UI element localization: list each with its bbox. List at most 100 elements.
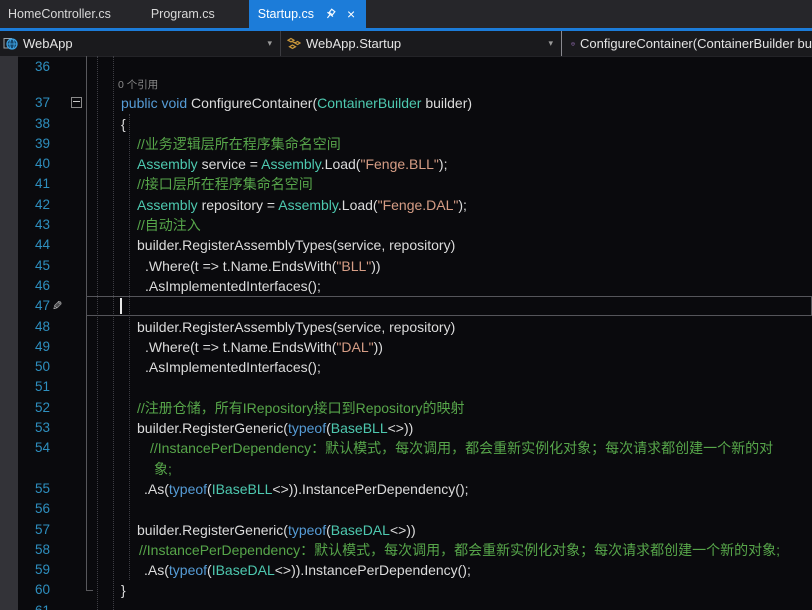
code-text: } <box>121 580 126 600</box>
code-line-53[interactable]: 53builder.RegisterGeneric(typeof(BaseBLL… <box>0 418 812 438</box>
pencil-edit-icon: ✎ <box>52 296 62 316</box>
pin-tab-button[interactable] <box>323 8 336 20</box>
line-number: 39 <box>0 134 50 154</box>
code-text: 象; <box>154 459 172 479</box>
line-number: 47 <box>0 296 50 316</box>
project-dropdown[interactable]: WebApp ▾ <box>0 31 280 56</box>
code-line-39[interactable]: 39 //业务逻辑层所在程序集命名空间 <box>0 134 812 154</box>
code-line-52[interactable]: 52 //注册仓储，所有IRepository接口到Repository的映射 <box>0 398 812 418</box>
code-text: //InstancePerDependency：默认模式，每次调用，都会重新实例… <box>139 540 780 560</box>
code-line-61[interactable]: 61 <box>0 601 812 610</box>
code-line-46[interactable]: 46 .AsImplementedInterfaces(); <box>0 276 812 296</box>
line-number: 36 <box>0 57 50 77</box>
line-number: 43 <box>0 215 50 235</box>
tab-label: HomeController.cs <box>8 7 111 21</box>
code-text: public void ConfigureContainer(Container… <box>121 93 472 113</box>
code-line-51[interactable]: 51 <box>0 377 812 397</box>
member-dropdown-label: ConfigureContainer(ContainerBuilder bu <box>580 36 812 51</box>
text-caret <box>120 298 122 314</box>
code-editor[interactable]: 36 0 个引用 37 public void ConfigureContainer(… <box>0 56 812 610</box>
pin-icon <box>322 6 338 22</box>
close-tab-button[interactable]: × <box>345 7 357 21</box>
code-line-41[interactable]: 41 //接口层所在程序集命名空间 <box>0 174 812 194</box>
line-number: 56 <box>0 499 50 519</box>
code-line-wrap[interactable]: 象; <box>0 459 812 479</box>
code-line-55[interactable]: 55 .As(typeof(IBaseBLL<>)).InstancePerDep… <box>0 479 812 499</box>
codelens-references-label[interactable]: 0 个引用 <box>118 77 158 93</box>
code-text: .Where(t => t.Name.EndsWith("DAL")) <box>145 337 383 357</box>
class-icon <box>287 37 301 51</box>
chevron-down-icon: ▾ <box>267 38 272 49</box>
code-text: builder.RegisterAssemblyTypes(service, r… <box>137 317 455 337</box>
code-text: //InstancePerDependency：默认模式，每次调用，都会重新实例… <box>150 438 773 458</box>
code-line-40[interactable]: 40 Assembly service = Assembly.Load("Feng… <box>0 154 812 174</box>
document-tab-bar: HomeController.cs Program.cs Startup.cs … <box>0 0 812 28</box>
line-number: 46 <box>0 276 50 296</box>
collapse-region-button[interactable] <box>71 97 82 108</box>
tab-startup-cs[interactable]: Startup.cs × <box>249 0 366 28</box>
chevron-down-icon: ▾ <box>548 38 553 49</box>
line-number: 44 <box>0 235 50 255</box>
code-text: //接口层所在程序集命名空间 <box>137 174 313 194</box>
line-number: 51 <box>0 377 50 397</box>
web-project-icon <box>3 36 18 51</box>
line-number: 42 <box>0 195 50 215</box>
codelens-row[interactable]: 0 个引用 <box>0 77 812 93</box>
line-number: 55 <box>0 479 50 499</box>
code-line-50[interactable]: 50.AsImplementedInterfaces(); <box>0 357 812 377</box>
method-icon <box>571 37 575 51</box>
line-number: 57 <box>0 520 50 540</box>
code-lines: 36 0 个引用 37 public void ConfigureContainer(… <box>0 57 812 610</box>
code-line-38[interactable]: 38 { <box>0 114 812 134</box>
line-number: 52 <box>0 398 50 418</box>
code-text: //自动注入 <box>137 215 201 235</box>
code-text: //业务逻辑层所在程序集命名空间 <box>137 134 341 154</box>
code-line-54[interactable]: 54 //InstancePerDependency：默认模式，每次调用，都会重新… <box>0 438 812 458</box>
line-number: 59 <box>0 560 50 580</box>
code-text: builder.RegisterAssemblyTypes(service, r… <box>137 235 455 255</box>
code-text: .Where(t => t.Name.EndsWith("BLL")) <box>145 256 381 276</box>
navigation-bar: WebApp ▾ WebApp.Startup ▾ ConfigureConta… <box>0 31 812 57</box>
code-line-44[interactable]: 44 builder.RegisterAssemblyTypes(service,… <box>0 235 812 255</box>
code-line-57[interactable]: 57 builder.RegisterGeneric(typeof(BaseDAL… <box>0 520 812 540</box>
line-number: 37 <box>0 93 50 113</box>
code-text: .As(typeof(IBaseDAL<>)).InstancePerDepen… <box>144 560 471 580</box>
code-line-56[interactable]: 56 <box>0 499 812 519</box>
tab-program-cs[interactable]: Program.cs <box>141 0 249 28</box>
member-dropdown[interactable]: ConfigureContainer(ContainerBuilder bu <box>562 31 812 56</box>
code-text: .As(typeof(IBaseBLL<>)).InstancePerDepen… <box>144 479 469 499</box>
code-line-47[interactable]: 47✎ <box>0 296 812 316</box>
line-number: 38 <box>0 114 50 134</box>
code-line-36[interactable]: 36 <box>0 57 812 77</box>
code-line-42[interactable]: 42 Assembly repository = Assembly.Load("F… <box>0 195 812 215</box>
line-number: 54 <box>0 438 50 458</box>
code-line-49[interactable]: 49 .Where(t => t.Name.EndsWith("DAL")) <box>0 337 812 357</box>
tab-homecontroller-cs[interactable]: HomeController.cs <box>0 0 141 28</box>
line-number: 48 <box>0 317 50 337</box>
code-text: builder.RegisterGeneric(typeof(BaseDAL<>… <box>137 520 416 540</box>
code-text: Assembly service = Assembly.Load("Fenge.… <box>137 154 447 174</box>
code-text: Assembly repository = Assembly.Load("Fen… <box>137 195 467 215</box>
line-number: 53 <box>0 418 50 438</box>
code-text: { <box>121 114 126 134</box>
code-text: .AsImplementedInterfaces(); <box>145 276 321 296</box>
line-number: 41 <box>0 174 50 194</box>
code-text: //注册仓储，所有IRepository接口到Repository的映射 <box>137 398 465 418</box>
code-line-59[interactable]: 59 .As(typeof(IBaseDAL<>)).InstancePerDep… <box>0 560 812 580</box>
type-dropdown-label: WebApp.Startup <box>306 36 401 51</box>
line-number: 45 <box>0 256 50 276</box>
line-number: 58 <box>0 540 50 560</box>
code-line-45[interactable]: 45 .Where(t => t.Name.EndsWith("BLL")) <box>0 256 812 276</box>
code-line-37[interactable]: 37 public void ConfigureContainer(Contain… <box>0 93 812 113</box>
tab-label: Startup.cs <box>258 7 314 21</box>
tab-label: Program.cs <box>151 7 215 21</box>
line-number: 60 <box>0 580 50 600</box>
code-line-58[interactable]: 58 //InstancePerDependency：默认模式，每次调用，都会重新… <box>0 540 812 560</box>
project-dropdown-label: WebApp <box>23 36 73 51</box>
type-dropdown[interactable]: WebApp.Startup ▾ <box>281 31 561 56</box>
code-line-48[interactable]: 48 builder.RegisterAssemblyTypes(service,… <box>0 317 812 337</box>
line-number: 40 <box>0 154 50 174</box>
code-line-43[interactable]: 43 //自动注入 <box>0 215 812 235</box>
code-line-60[interactable]: 60} <box>0 580 812 600</box>
line-number: 49 <box>0 337 50 357</box>
